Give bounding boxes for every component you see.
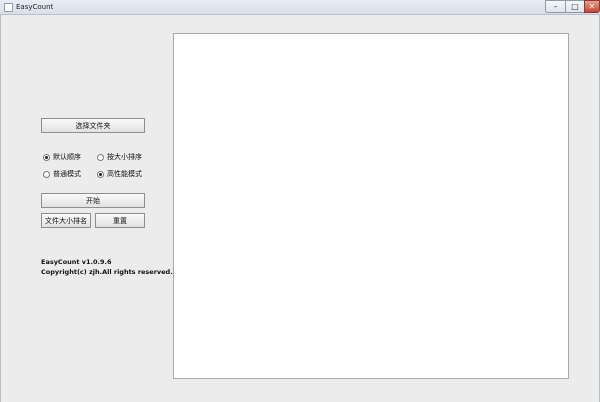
- radio-indicator[interactable]: [43, 153, 50, 161]
- radio-label: 普通模式: [53, 170, 81, 178]
- radio-label: 高性能模式: [107, 170, 142, 178]
- close-button[interactable]: ✕: [584, 0, 600, 13]
- window-title: EasyCount: [16, 3, 54, 11]
- radio-normal-mode[interactable]: 普通模式: [43, 169, 81, 179]
- select-folder-button[interactable]: 选择文件夹: [41, 118, 145, 133]
- radio-default-order[interactable]: 默认顺序: [43, 152, 81, 162]
- minimize-button[interactable]: –: [545, 0, 565, 13]
- radio-label: 默认顺序: [53, 153, 81, 161]
- reset-button[interactable]: 重置: [95, 213, 145, 228]
- maximize-button[interactable]: □: [565, 0, 584, 13]
- radio-sort-by-size[interactable]: 按大小排序: [97, 152, 142, 162]
- file-size-rank-button[interactable]: 文件大小排名: [41, 213, 91, 228]
- radio-indicator[interactable]: [97, 153, 104, 161]
- radio-indicator[interactable]: [43, 170, 50, 178]
- app-icon: [4, 3, 13, 12]
- radio-indicator[interactable]: [97, 170, 104, 178]
- output-text-area[interactable]: [173, 33, 569, 379]
- title-bar: EasyCount – □ ✕: [0, 0, 600, 15]
- radio-high-performance-mode[interactable]: 高性能模式: [97, 169, 142, 179]
- version-label: EasyCount v1.0.9.6: [41, 258, 112, 266]
- start-button[interactable]: 开始: [41, 193, 145, 208]
- copyright-label: Copyright(c) zjh.All rights reserved.: [41, 268, 173, 276]
- radio-label: 按大小排序: [107, 153, 142, 161]
